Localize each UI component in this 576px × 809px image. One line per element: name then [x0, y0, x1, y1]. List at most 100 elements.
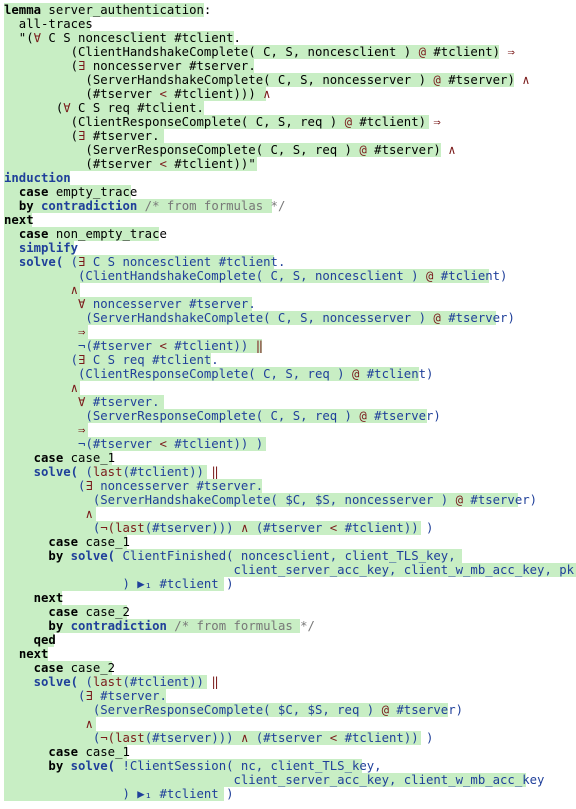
operator-symbol: @ [418, 45, 426, 59]
proof-text [4, 381, 71, 395]
proof-line: (¬(last(#tserver))) ∧ (#tserver < #tclie… [4, 521, 576, 535]
proof-text: ¬(#tserver [78, 437, 160, 451]
proof-text [4, 619, 48, 633]
proof-text: (ServerResponseComplete( C, S, req ) [4, 143, 360, 157]
proof-text: case_1 [78, 745, 130, 759]
proof-line: solve( (last(#tclient)) ‖ [4, 675, 576, 689]
keyword: case [33, 451, 64, 465]
proof-text [63, 549, 70, 563]
proof-text: #tclient) [426, 45, 508, 59]
proof-line: lemma server_authentication: [4, 3, 576, 17]
proof-line: ¬(#tserver < #tclient)) ) [4, 437, 576, 451]
operator-symbol: ∀ [63, 101, 71, 115]
proof-method-link[interactable]: solve( [19, 255, 63, 269]
proof-line: ⇒ [4, 423, 576, 437]
proof-method-link[interactable]: simplify [19, 241, 78, 255]
proof-text: empty_trace [48, 185, 138, 199]
proof-text: ( [63, 255, 79, 269]
proof-text: (ServerHandshakeComplete( C, S, noncesse… [4, 311, 434, 325]
proof-text [4, 605, 48, 619]
operator-symbol: ∧ [85, 717, 93, 731]
proof-method-link[interactable]: solve( [71, 759, 115, 773]
proof-line: (∃ C S req #tclient. [4, 353, 576, 367]
proof-line: ∧ [4, 283, 576, 297]
proof-text [4, 717, 85, 731]
operator-symbol: ∧ [448, 143, 456, 157]
proof-line: ⇒ [4, 325, 576, 339]
proof-line: next [4, 647, 576, 661]
proof-method-link[interactable]: solve( [34, 465, 78, 479]
proof-text [63, 619, 70, 633]
proof-text [4, 745, 48, 759]
proof-line: client_server_acc_key, client_w_mb_acc_k… [4, 563, 576, 577]
keyword: next [33, 591, 64, 605]
operator-symbol: ‖ [211, 465, 219, 479]
proof-line: case empty_trace [4, 185, 576, 199]
proof-text: ( [4, 353, 79, 367]
proof-text: ( [78, 465, 93, 479]
proof-text: #tclient))) [166, 87, 264, 101]
proof-text [4, 675, 34, 689]
proof-text: (#tserver))) [144, 521, 241, 535]
proof-text: (ClientHandshakeComplete( C, S, noncescl… [4, 269, 426, 283]
proof-text [4, 227, 19, 241]
proof-line: qed [4, 633, 576, 647]
proof-line: next [4, 213, 576, 227]
proof-text: #tserver) [463, 493, 538, 507]
operator-symbol: last [92, 465, 123, 479]
proof-line: ∀ #tserver. [4, 395, 576, 409]
proof-line: (¬(last(#tserver))) ∧ (#tserver < #tclie… [4, 731, 576, 745]
proof-line: (ServerResponseComplete( $C, $S, req ) @… [4, 703, 576, 717]
proof-method-link[interactable]: solve( [71, 549, 115, 563]
proof-text: #tclient)) ) [337, 521, 434, 535]
proof-method-link[interactable]: solve( [34, 675, 78, 689]
proof-text: (#tclient)) [122, 465, 212, 479]
proof-text [4, 647, 19, 661]
operator-symbol: ⇒ [507, 45, 515, 59]
proof-line: case case_2 [4, 661, 576, 675]
proof-line: (#tserver < #tclient))" [4, 157, 576, 171]
proof-text: #tclient) [433, 269, 508, 283]
proof-text [4, 325, 78, 339]
operator-symbol: @ [381, 703, 389, 717]
proof-method-link[interactable]: contradiction [41, 199, 137, 213]
proof-text: ( [78, 675, 93, 689]
proof-line: (ClientResponseComplete( C, S, req ) @ #… [4, 115, 576, 129]
operator-symbol: @ [433, 311, 441, 325]
proof-text: (#tserver [248, 521, 330, 535]
proof-text: #tclient)) [166, 339, 256, 353]
operator-symbol: last [92, 675, 123, 689]
proof-line: case case_2 [4, 605, 576, 619]
proof-line: "(∀ C S noncesclient #tclient. [4, 31, 576, 45]
proof-text [4, 199, 19, 213]
proof-text: "( [4, 31, 34, 45]
proof-text: case_2 [63, 661, 116, 675]
proof-editor[interactable]: lemma server_authentication: all-traces … [4, 3, 576, 801]
proof-line: ∧ [4, 381, 576, 395]
proof-text: (ServerHandshakeComplete( $C, $S, nonces… [4, 493, 456, 507]
proof-text: #tclient))" [166, 157, 256, 171]
proof-line: ) ▶₁ #tclient ) [4, 577, 576, 591]
proof-text: (#tclient)) [122, 675, 212, 689]
proof-method-link[interactable]: contradiction [71, 619, 167, 633]
proof-line: by contradiction /* from formulas */ [4, 199, 576, 213]
proof-text: #tserver) [388, 703, 464, 717]
proof-line: (∃ #tserver. [4, 129, 576, 143]
keyword: next [4, 213, 34, 227]
proof-line: ∧ [4, 507, 576, 521]
operator-symbol: < [159, 339, 167, 353]
proof-text [4, 591, 34, 605]
proof-text: ( [4, 689, 86, 703]
operator-symbol: < [159, 87, 167, 101]
proof-text [4, 437, 78, 451]
proof-text: ▶₁ [137, 787, 153, 801]
proof-text [4, 395, 78, 409]
keyword: case [18, 227, 49, 241]
proof-text [4, 185, 19, 199]
proof-text: (#tserver [4, 157, 160, 171]
operator-symbol: ∧ [85, 507, 93, 521]
proof-method-link[interactable]: induction [4, 171, 71, 185]
proof-line: (ClientResponseComplete( C, S, req ) @ #… [4, 367, 576, 381]
proof-text: client_server_acc_key, client_w_mb_acc_k… [4, 563, 576, 577]
operator-symbol: @ [344, 115, 352, 129]
